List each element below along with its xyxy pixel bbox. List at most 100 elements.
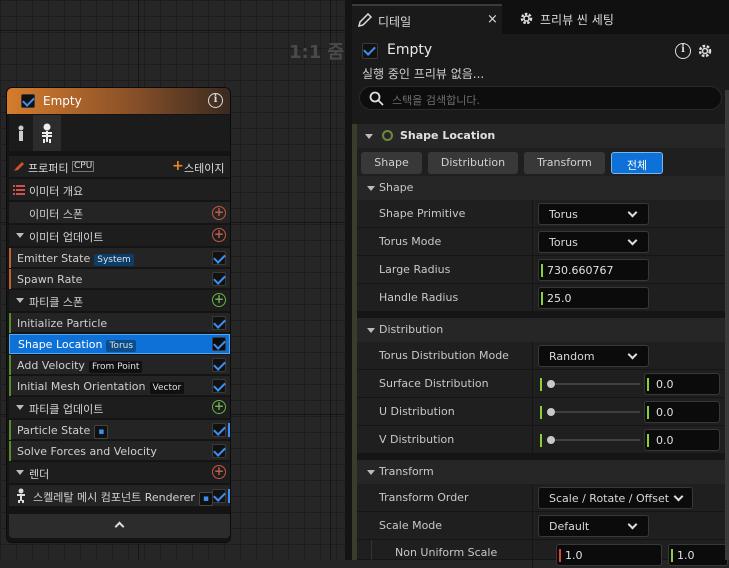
module-row[interactable]: 스켈레탈 메시 컴포넌트 Renderer ▪ [9, 485, 230, 507]
collapse-arrow-icon [16, 470, 24, 475]
property-row: Scale Mode Default [357, 512, 729, 540]
property-row: U Distribution 0.0 [357, 398, 729, 426]
stack-search-input[interactable]: 스택을 검색합니다. [359, 86, 722, 110]
module-enabled-checkbox[interactable] [212, 423, 226, 437]
surface-distribution-field[interactable]: 0.0 [644, 373, 720, 395]
v-distribution-field[interactable]: 0.0 [644, 429, 720, 451]
add-stage-button[interactable]: 스테이지 [184, 160, 224, 176]
chevron-down-icon [627, 519, 638, 530]
slider-knob[interactable] [547, 380, 555, 388]
module-row[interactable]: Initial Mesh Orientation Vector [9, 376, 230, 396]
add-module-icon[interactable]: + [212, 465, 226, 479]
emitter-properties-icon[interactable] [15, 125, 27, 141]
surface-distribution-slider[interactable] [540, 375, 640, 393]
module-row[interactable]: Spawn Rate [9, 269, 230, 289]
emitter-enabled-checkbox[interactable] [21, 94, 35, 108]
module-row[interactable]: Add Velocity From Point [9, 355, 230, 375]
module-row[interactable]: Particle State ▪ [9, 420, 230, 440]
slider-marker [540, 434, 542, 447]
module-enabled-checkbox[interactable] [212, 272, 226, 286]
list-icon [13, 185, 25, 195]
column-divider [532, 342, 533, 370]
section-label: 파티클 스폰 [29, 296, 84, 309]
combo-value: Torus [549, 208, 578, 221]
category-transform[interactable]: Transform [357, 460, 729, 484]
section-header[interactable]: 파티클 업데이트 + [9, 397, 230, 418]
column-divider [532, 256, 533, 284]
scale-mode-combo[interactable]: Default [538, 515, 649, 537]
module-row[interactable]: Initialize Particle [9, 313, 230, 333]
module-color-stripe [9, 313, 11, 333]
properties-tab[interactable]: 프로퍼티 [28, 160, 68, 176]
slider-knob[interactable] [547, 408, 555, 416]
module-row-selected[interactable]: Shape Location Torus [9, 334, 230, 354]
collapse-node-button[interactable] [9, 514, 230, 538]
category-distribution[interactable]: Distribution [357, 318, 729, 342]
transform-order-combo[interactable]: Scale / Rotate / Offset [538, 487, 693, 509]
gear-icon [520, 12, 533, 25]
panel-splitter[interactable] [345, 0, 352, 560]
module-header[interactable]: Shape Location [357, 124, 729, 148]
section-header[interactable]: 파티클 스폰 + [9, 290, 230, 311]
module-indicator [228, 423, 230, 437]
emitter-node-title: Empty [43, 94, 82, 108]
torus-distribution-mode-combo[interactable]: Random [538, 345, 649, 367]
slider-knob[interactable] [547, 436, 555, 444]
slider-marker [540, 378, 542, 391]
add-module-icon[interactable]: + [212, 228, 226, 242]
module-enabled-checkbox[interactable] [212, 489, 226, 503]
list-item[interactable]: 이미터 개요 [9, 179, 230, 200]
emitter-node[interactable]: Empty i 프로퍼티 CPU + 스테이지 이미터 개요 이미터 스폰 + … [6, 87, 231, 543]
add-module-icon[interactable]: + [212, 293, 226, 307]
module-row[interactable]: Emitter State System [9, 248, 230, 268]
module-enabled-checkbox[interactable] [212, 379, 226, 393]
tab-preview-scene-settings[interactable]: 프리뷰 씬 세팅 [514, 4, 664, 34]
module-enabled-checkbox[interactable] [212, 358, 226, 372]
scale-x-field[interactable]: 1.0 [556, 544, 662, 566]
slider-track [550, 383, 640, 385]
u-distribution-field[interactable]: 0.0 [644, 401, 720, 423]
category-shape[interactable]: Shape [357, 176, 729, 200]
tab-details-label: 디테일 [378, 15, 412, 29]
large-radius-field[interactable]: 730.660767 [538, 259, 649, 281]
details-scrollbar[interactable] [725, 90, 729, 560]
filter-all-button[interactable]: 전체 [611, 152, 663, 174]
chevron-down-icon [627, 349, 638, 360]
module-enabled-checkbox[interactable] [212, 316, 226, 330]
module-color-stripe [9, 355, 11, 375]
scale-y-field[interactable]: 1.0 [668, 544, 728, 566]
object-enabled-checkbox[interactable] [362, 43, 378, 59]
u-distribution-slider[interactable] [540, 403, 640, 421]
section-header[interactable]: 렌더 + [9, 462, 230, 483]
section-header[interactable]: 이미터 업데이트 + [9, 225, 230, 246]
filter-shape-button[interactable]: Shape [361, 152, 422, 174]
add-module-icon[interactable]: + [212, 206, 226, 220]
info-icon[interactable]: i [675, 43, 691, 59]
filter-transform-button[interactable]: Transform [524, 152, 605, 174]
filter-distribution-button[interactable]: Distribution [428, 152, 518, 174]
emitter-node-header[interactable]: Empty i [7, 88, 230, 114]
combo-value: Torus [549, 236, 578, 249]
module-color-stripe [9, 420, 11, 440]
settings-gear-icon[interactable] [697, 43, 713, 59]
torus-mode-combo[interactable]: Torus [538, 231, 649, 253]
v-distribution-slider[interactable] [540, 431, 640, 449]
module-label-wrap: Particle State ▪ [17, 424, 109, 439]
module-enabled-checkbox[interactable] [212, 337, 226, 351]
module-enabled-checkbox[interactable] [212, 251, 226, 265]
collapse-arrow-icon [16, 233, 24, 238]
module-label: Solve Forces and Velocity [17, 445, 157, 458]
add-module-icon[interactable]: + [212, 400, 226, 414]
category-label: Shape [379, 181, 414, 194]
shape-primitive-combo[interactable]: Torus [538, 203, 649, 225]
module-enabled-checkbox[interactable] [212, 444, 226, 458]
module-color-stripe [9, 269, 11, 289]
module-row[interactable]: Solve Forces and Velocity [9, 441, 230, 461]
combo-value: Random [549, 350, 595, 363]
handle-radius-field[interactable]: 25.0 [538, 287, 649, 309]
close-icon[interactable]: × [487, 12, 498, 27]
info-icon[interactable]: i [208, 93, 223, 108]
tab-details[interactable]: 디테일 × [352, 4, 502, 34]
list-item[interactable]: 이미터 스폰 + [9, 202, 230, 224]
skeleton-thumbnail[interactable] [33, 115, 61, 151]
